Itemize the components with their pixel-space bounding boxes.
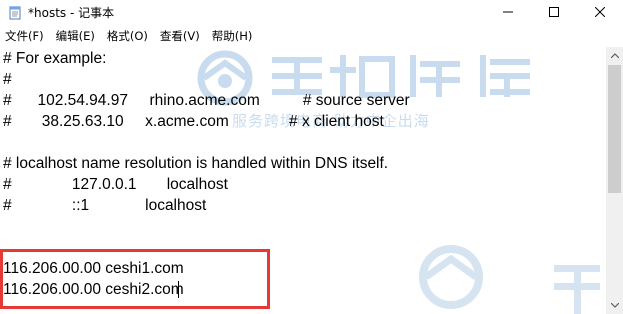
maximize-button[interactable] — [531, 0, 577, 24]
minimize-button[interactable] — [485, 0, 531, 24]
text-line: # ::1 localhost — [3, 197, 207, 214]
text-caret — [178, 281, 179, 298]
watermark-glyph-icon-2 — [554, 265, 600, 314]
vertical-scrollbar[interactable] — [606, 47, 623, 314]
text-editor[interactable]: 服务跨境电商 助力中企出海 # For example: # # 102.54.… — [0, 47, 606, 314]
scrollbar-thumb[interactable] — [608, 65, 621, 193]
highlight-box — [0, 249, 270, 309]
title-bar: *hosts - 记事本 — [0, 0, 623, 24]
close-button[interactable] — [577, 0, 623, 24]
text-line: # 127.0.0.1 localhost — [3, 176, 228, 193]
chevron-down-icon — [610, 303, 619, 308]
menu-help[interactable]: 帮助(H) — [206, 26, 259, 46]
menu-view[interactable]: 查看(V) — [154, 26, 206, 46]
menu-file[interactable]: 文件(F) — [0, 26, 50, 46]
close-icon — [595, 7, 605, 17]
text-line: # For example: — [3, 50, 107, 67]
menu-format[interactable]: 格式(O) — [101, 26, 154, 46]
watermark-logo-icon-2 — [419, 245, 483, 309]
text-line: # 38.25.63.10 x.acme.com # x client host — [3, 113, 384, 130]
text-line: # 102.54.94.97 rhino.acme.com # source s… — [3, 92, 410, 109]
text-line: # localhost name resolution is handled w… — [3, 155, 389, 172]
maximize-icon — [549, 7, 559, 17]
scroll-up-button[interactable] — [606, 47, 623, 64]
menu-edit[interactable]: 编辑(E) — [50, 26, 101, 46]
text-line: # — [3, 71, 12, 88]
minimize-icon — [503, 11, 513, 13]
scroll-down-button[interactable] — [606, 297, 623, 314]
chevron-up-icon — [610, 53, 619, 58]
window-title: *hosts - 记事本 — [28, 6, 115, 20]
menu-bar: 文件(F) 编辑(E) 格式(O) 查看(V) 帮助(H) — [0, 26, 623, 46]
notepad-icon — [8, 5, 22, 20]
